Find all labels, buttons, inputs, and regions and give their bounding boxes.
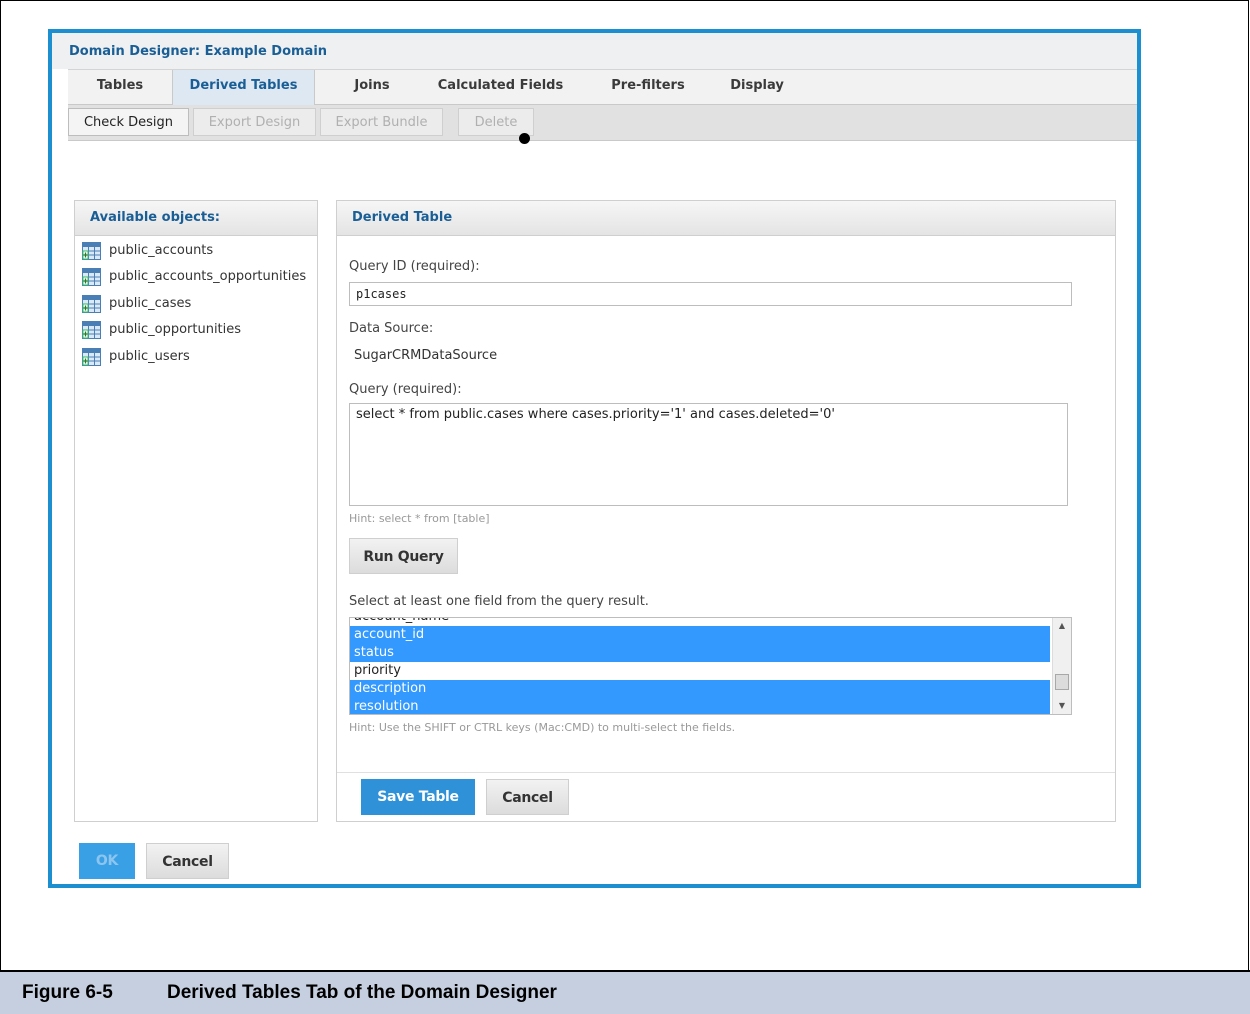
check-design-button[interactable]: Check Design	[68, 108, 189, 136]
delete-button[interactable]: Delete	[458, 108, 534, 136]
table-icon	[82, 268, 101, 286]
object-label: public_opportunities	[109, 322, 242, 337]
derived-table-panel: Derived Table Query ID (required): p1cas…	[336, 200, 1116, 822]
tab-bar: Tables Derived Tables Joins Calculated F…	[68, 69, 1137, 105]
panel-footer-divider	[337, 772, 1115, 773]
figure-number: Figure 6-5	[22, 982, 113, 1003]
list-item[interactable]: resolution	[350, 698, 1050, 714]
cancel-dialog-button[interactable]: Cancel	[146, 843, 229, 879]
export-bundle-button[interactable]: Export Bundle	[320, 108, 443, 136]
save-table-button[interactable]: Save Table	[361, 779, 475, 815]
export-design-button[interactable]: Export Design	[193, 108, 316, 136]
list-item[interactable]: description	[350, 680, 1050, 698]
query-textarea[interactable]: select * from public.cases where cases.p…	[349, 403, 1068, 506]
fields-listbox[interactable]: account_name account_id status priority …	[349, 617, 1072, 715]
table-icon	[82, 295, 101, 313]
toolbar: Check Design Export Design Export Bundle…	[68, 105, 1137, 141]
object-label: public_users	[109, 349, 190, 364]
run-query-button[interactable]: Run Query	[349, 538, 458, 574]
data-source-value: SugarCRMDataSource	[354, 348, 498, 363]
available-objects-panel: Available objects: public_accounts publi…	[74, 200, 318, 822]
table-icon	[82, 348, 101, 366]
tab-tables[interactable]: Tables	[68, 70, 172, 105]
list-item[interactable]: status	[350, 644, 1050, 662]
list-item[interactable]: account_id	[350, 626, 1050, 644]
table-icon	[82, 321, 101, 339]
query-id-label: Query ID (required):	[349, 259, 480, 274]
mouse-pointer-icon	[519, 133, 530, 144]
derived-table-header: Derived Table	[337, 201, 1115, 236]
object-label: public_accounts	[109, 243, 214, 258]
tab-joins[interactable]: Joins	[326, 70, 418, 105]
scroll-down-icon[interactable]: ▼	[1053, 698, 1071, 714]
multi-select-hint: Hint: Use the SHIFT or CTRL keys (Mac:CM…	[349, 721, 736, 734]
table-icon	[82, 242, 101, 260]
cancel-table-button[interactable]: Cancel	[486, 779, 569, 815]
dialog-title-bar: Domain Designer: Example Domain	[52, 33, 1137, 69]
query-hint: Hint: select * from [table]	[349, 512, 490, 525]
object-label: public_cases	[109, 296, 192, 311]
scroll-thumb[interactable]	[1055, 674, 1069, 690]
tab-pre-filters[interactable]: Pre-filters	[588, 70, 708, 105]
available-objects-header: Available objects:	[75, 201, 317, 236]
tab-calculated-fields[interactable]: Calculated Fields	[418, 70, 583, 105]
figure-title: Derived Tables Tab of the Domain Designe…	[167, 982, 557, 1003]
query-id-input[interactable]: p1cases	[349, 282, 1072, 306]
data-source-label: Data Source:	[349, 321, 434, 336]
list-item[interactable]: priority	[350, 662, 1050, 680]
ok-button[interactable]: OK	[79, 843, 135, 879]
domain-designer-dialog: Domain Designer: Example Domain Tables D…	[48, 29, 1141, 888]
select-fields-label: Select at least one field from the query…	[349, 594, 649, 609]
dialog-title: Domain Designer: Example Domain	[69, 44, 328, 59]
query-label: Query (required):	[349, 382, 462, 397]
listbox-scrollbar[interactable]: ▲ ▼	[1052, 618, 1071, 714]
tab-derived-tables[interactable]: Derived Tables	[172, 70, 315, 105]
object-label: public_accounts_opportunities	[109, 269, 307, 284]
figure-caption: Figure 6-5 Derived Tables Tab of the Dom…	[0, 970, 1250, 1014]
tab-display[interactable]: Display	[712, 70, 802, 105]
list-item[interactable]: account_name	[350, 618, 1050, 626]
scroll-up-icon[interactable]: ▲	[1053, 618, 1071, 634]
